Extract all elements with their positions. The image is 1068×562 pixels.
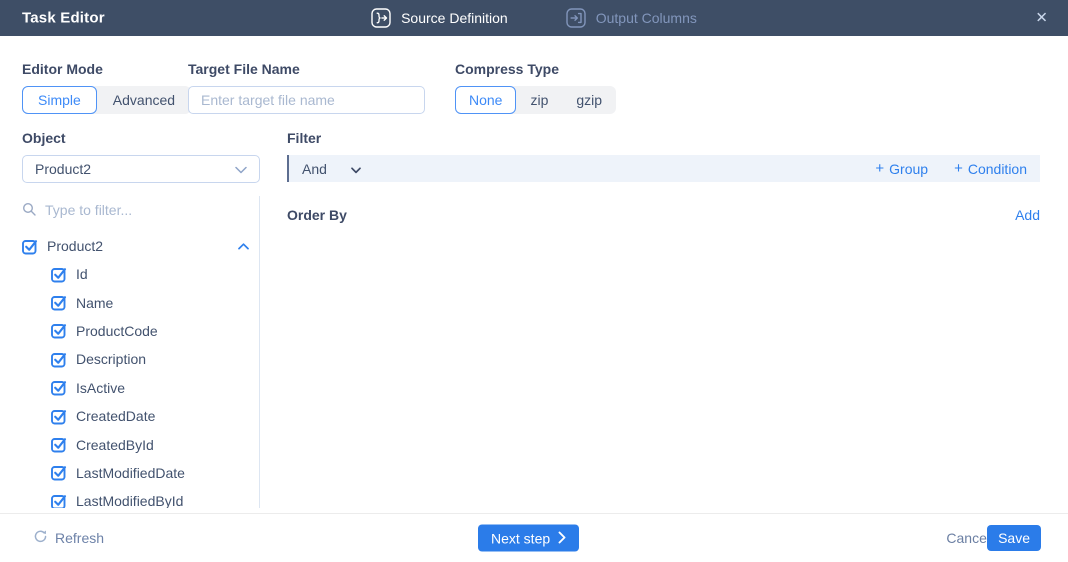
filter-label: Filter xyxy=(287,130,1040,146)
tab-label: Output Columns xyxy=(596,10,697,26)
refresh-button[interactable]: Refresh xyxy=(33,529,104,547)
save-button[interactable]: Save xyxy=(987,525,1041,551)
tree-field-row[interactable]: CreatedById xyxy=(51,430,259,458)
tree-field-row[interactable]: LastModifiedDate xyxy=(51,459,259,487)
editor-mode-label: Editor Mode xyxy=(22,61,191,77)
editor-mode-toggle: Simple Advanced xyxy=(22,86,191,114)
checkbox-checked-icon[interactable] xyxy=(51,408,68,425)
refresh-icon xyxy=(33,529,48,547)
tab-output-columns[interactable]: Output Columns xyxy=(566,8,697,28)
add-condition-button[interactable]: + Condition xyxy=(954,160,1027,177)
tree-field-row[interactable]: Id xyxy=(51,260,259,288)
tree-field-row[interactable]: IsActive xyxy=(51,374,259,402)
checkbox-checked-icon[interactable] xyxy=(51,464,68,481)
tree-field-label: ProductCode xyxy=(76,323,158,339)
tree-root-label: Product2 xyxy=(47,238,103,254)
checkbox-checked-icon[interactable] xyxy=(51,266,68,283)
tree-filter-input[interactable]: Type to filter... xyxy=(22,198,259,222)
refresh-label: Refresh xyxy=(55,530,104,546)
add-group-button[interactable]: + Group xyxy=(875,160,928,177)
object-selected-value: Product2 xyxy=(35,161,91,177)
checkbox-checked-icon[interactable] xyxy=(51,436,68,453)
target-file-name-label: Target File Name xyxy=(188,61,425,77)
checkbox-checked-icon[interactable] xyxy=(51,379,68,396)
compress-type-field: Compress Type None zip gzip xyxy=(455,61,616,114)
checkbox-checked-icon[interactable] xyxy=(51,322,68,339)
add-condition-label: Condition xyxy=(968,161,1027,177)
next-step-label: Next step xyxy=(491,530,550,546)
filter-bar: And + Group + Condition xyxy=(287,155,1040,182)
header-tabs: Source Definition Output Columns xyxy=(0,0,1068,36)
checkbox-checked-icon[interactable] xyxy=(51,351,68,368)
chevron-right-icon xyxy=(558,530,566,546)
field-tree-panel: Type to filter... Product2 xyxy=(22,196,260,508)
tree-field-label: IsActive xyxy=(76,380,125,396)
tree-field-label: LastModifiedDate xyxy=(76,465,185,481)
checkbox-checked-icon[interactable] xyxy=(51,493,68,508)
filter-section: Filter And + Group + Condition xyxy=(287,130,1040,182)
chevron-down-icon xyxy=(235,161,247,177)
tab-label: Source Definition xyxy=(401,10,508,26)
tree-field-label: Name xyxy=(76,295,113,311)
tree-filter-placeholder: Type to filter... xyxy=(45,202,132,218)
tree-field-label: Description xyxy=(76,351,146,367)
tree-field-row[interactable]: ProductCode xyxy=(51,317,259,345)
compress-type-label: Compress Type xyxy=(455,61,616,77)
tree-field-label: CreatedDate xyxy=(76,408,155,424)
close-icon[interactable]: ✕ xyxy=(1035,11,1048,26)
compress-option-none[interactable]: None xyxy=(455,86,516,114)
tree-field-row[interactable]: Name xyxy=(51,288,259,316)
checkbox-checked-icon[interactable] xyxy=(51,294,68,311)
order-by-add-button[interactable]: Add xyxy=(1015,207,1040,223)
order-by-label: Order By xyxy=(287,207,347,223)
tree-root-row[interactable]: Product2 xyxy=(22,232,259,260)
tree-field-list: Id Name Produc xyxy=(22,260,259,508)
compress-option-zip[interactable]: zip xyxy=(516,86,562,114)
modal-footer: Refresh Next step Cancel Save xyxy=(0,513,1068,562)
object-label: Object xyxy=(22,130,260,146)
compress-type-toggle: None zip gzip xyxy=(455,86,616,114)
chevron-down-icon xyxy=(351,161,361,177)
filter-operator-value: And xyxy=(302,161,327,177)
target-file-name-field: Target File Name xyxy=(188,61,425,114)
plus-icon: + xyxy=(954,160,963,177)
tree-field-label: Id xyxy=(76,266,88,282)
add-group-label: Group xyxy=(889,161,928,177)
tab-source-definition[interactable]: Source Definition xyxy=(371,8,508,28)
tree-field-row[interactable]: CreatedDate xyxy=(51,402,259,430)
compress-option-gzip[interactable]: gzip xyxy=(562,86,616,114)
tree-field-row[interactable]: LastModifiedById xyxy=(51,487,259,508)
tree-field-label: LastModifiedById xyxy=(76,493,183,508)
plus-icon: + xyxy=(875,160,884,177)
cancel-button[interactable]: Cancel xyxy=(946,530,990,546)
next-step-button[interactable]: Next step xyxy=(478,525,579,552)
object-select[interactable]: Product2 xyxy=(22,155,260,183)
target-file-name-input[interactable] xyxy=(188,86,425,114)
output-columns-icon xyxy=(566,8,586,28)
editor-mode-option-advanced[interactable]: Advanced xyxy=(97,86,191,114)
checkbox-checked-icon[interactable] xyxy=(22,238,39,255)
tree-field-label: CreatedById xyxy=(76,437,154,453)
order-by-section: Order By Add xyxy=(287,207,1040,223)
chevron-up-icon[interactable] xyxy=(238,237,249,255)
object-field: Object Product2 xyxy=(22,130,260,183)
tree-field-row[interactable]: Description xyxy=(51,345,259,373)
editor-mode-option-simple[interactable]: Simple xyxy=(22,86,97,114)
search-icon xyxy=(22,202,36,219)
source-definition-icon xyxy=(371,8,391,28)
modal-header: Task Editor Source Definition xyxy=(0,0,1068,36)
editor-mode-field: Editor Mode Simple Advanced xyxy=(22,61,191,114)
filter-operator-select[interactable]: And xyxy=(302,161,361,177)
